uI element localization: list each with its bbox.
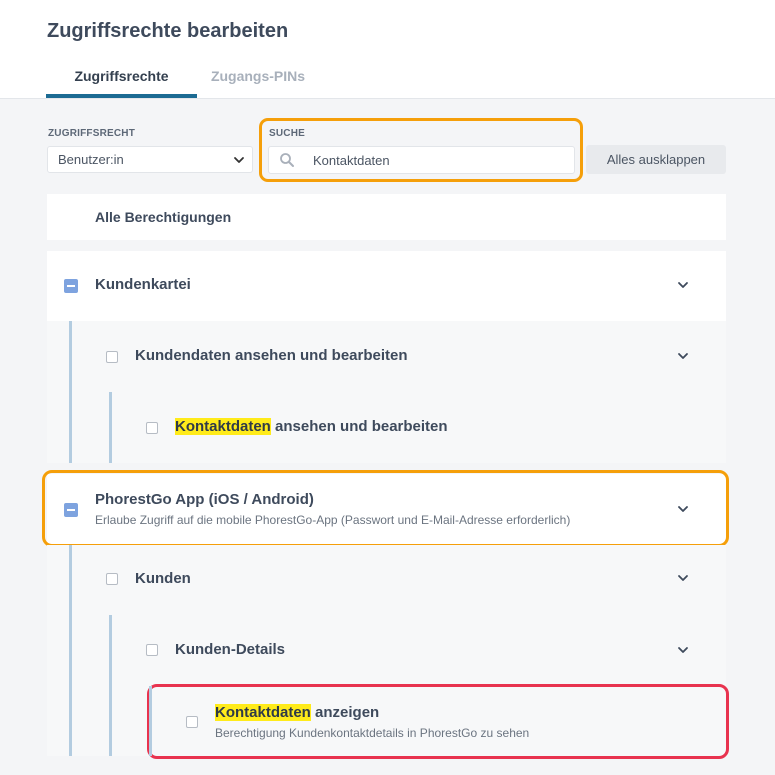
search-label: SUCHE [269,128,306,139]
leaf-label: Kontaktdaten ansehen und bearbeiten [175,418,448,435]
chevron-down-icon [234,157,244,163]
all-permissions-row[interactable]: Alle Berechtigungen [47,194,726,240]
leaf-highlight-frame [147,684,729,759]
chevron-down-icon[interactable] [676,278,690,292]
search-icon [280,153,294,167]
subgroup-label: Kunden-Details [175,641,286,658]
checkbox-icon[interactable] [146,422,158,434]
tab-zugangs-pins[interactable]: Zugangs-PINs [191,68,325,98]
subgroup-label: Kunden [135,570,191,587]
chevron-down-icon[interactable] [676,571,690,585]
chevron-down-icon[interactable] [676,643,690,657]
role-select[interactable]: Benutzer:in [47,146,253,173]
subgroup-row-kunden-details[interactable]: Kunden-Details [47,615,726,687]
tab-label: Zugriffsrechte [74,68,169,84]
role-select-value: Benutzer:in [58,152,124,167]
expand-all-button[interactable]: Alles ausklappen [586,145,726,174]
search-input[interactable]: Kontaktdaten [268,146,575,174]
tree-line [149,686,152,756]
subgroup-label: Kundendaten ansehen und bearbeiten [135,347,408,364]
group-row-kundenkartei[interactable]: Kundenkartei [47,251,726,322]
group-highlight-frame [42,470,729,547]
checkbox-icon[interactable] [146,644,158,656]
checkbox-icon[interactable] [106,351,118,363]
page-header: Zugriffsrechte bearbeiten Zugriffsrechte… [0,0,775,99]
leaf-row-kontaktdaten-bearbeiten[interactable]: Kontaktdaten ansehen und bearbeiten [47,392,726,463]
checkbox-icon[interactable] [106,573,118,585]
leaf-label-rest: ansehen und bearbeiten [270,418,448,435]
group-label: Kundenkartei [95,276,191,293]
subgroup-row-kunden[interactable]: Kunden [47,545,726,616]
tree-line [69,321,72,463]
search-value: Kontaktdaten [313,153,390,168]
minus-checkbox-icon[interactable] [64,279,78,293]
chevron-down-icon[interactable] [676,349,690,363]
role-label: ZUGRIFFSRECHT [48,128,136,139]
all-permissions-label: Alle Berechtigungen [95,209,232,225]
page-title: Zugriffsrechte bearbeiten [47,20,289,42]
tree-line [109,615,112,756]
tree-line [69,545,72,756]
subgroup-row-kundendaten[interactable]: Kundendaten ansehen und bearbeiten [47,321,726,393]
tab-label: Zugangs-PINs [210,68,306,84]
tab-zugriffsrechte[interactable]: Zugriffsrechte [46,68,197,98]
tree-line [109,392,112,463]
search-match-highlight: Kontaktdaten [175,418,271,435]
